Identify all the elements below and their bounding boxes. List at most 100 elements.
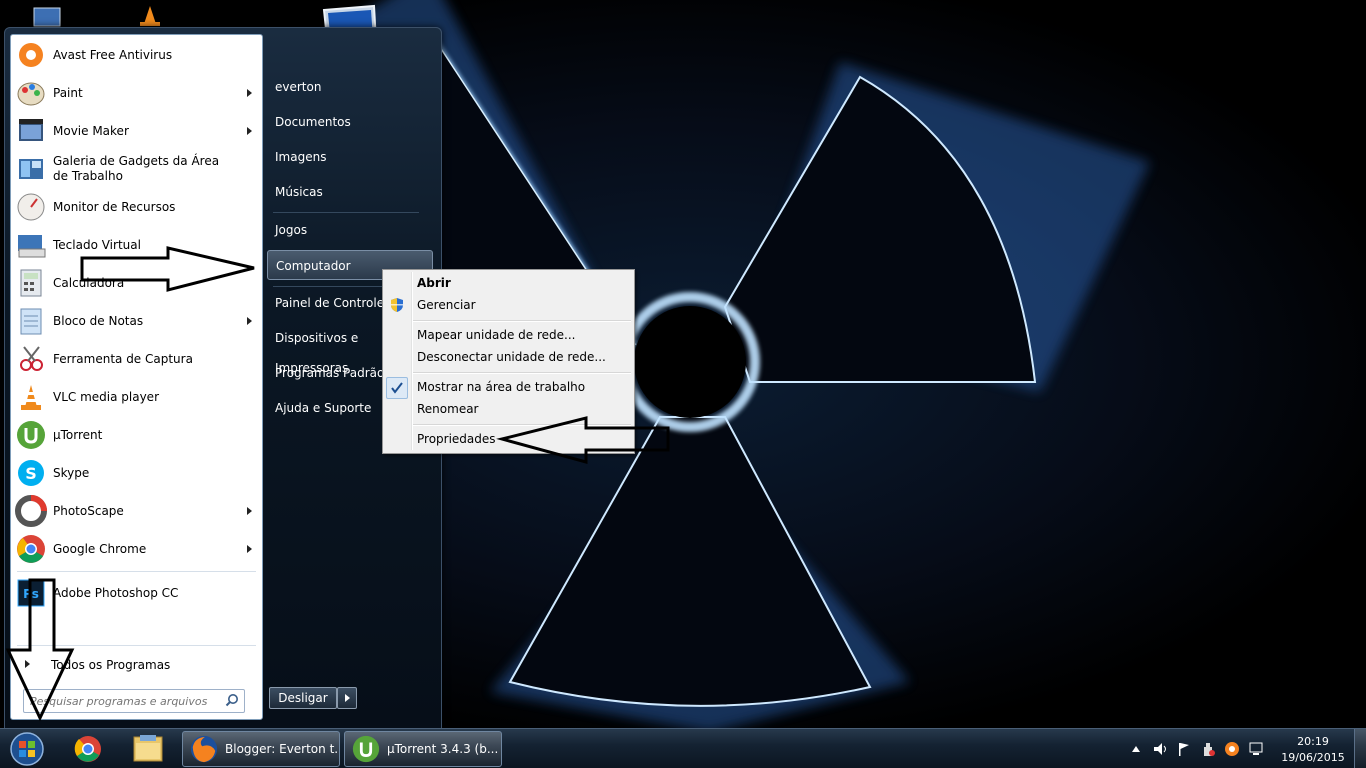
program-label: Adobe Photoshop CC xyxy=(53,585,179,600)
start-menu-programs-pane: Avast Free Antivirus Paint Movie Maker Gale… xyxy=(10,34,263,720)
vlc-icon[interactable] xyxy=(130,0,170,28)
link-documents[interactable]: Documentos xyxy=(267,107,433,137)
link-user-folder[interactable]: everton xyxy=(267,72,433,102)
program-item[interactable]: Bloco de Notas xyxy=(11,303,262,339)
uac-shield-icon xyxy=(391,298,403,312)
volume-icon[interactable] xyxy=(1152,741,1168,757)
program-label: Movie Maker xyxy=(53,123,129,138)
start-menu: Avast Free Antivirus Paint Movie Maker Gale… xyxy=(4,27,442,729)
menu-separator xyxy=(413,372,631,374)
search-input[interactable] xyxy=(28,692,222,710)
divider xyxy=(17,571,256,572)
program-label: Avast Free Antivirus xyxy=(53,47,173,62)
clock-date[interactable]: 19/06/2015 xyxy=(1278,751,1348,764)
taskbar: Blogger: Everton t... µTorrent 3.4.3 (b..… xyxy=(0,728,1366,768)
program-label: Monitor de Recursos xyxy=(53,199,176,214)
explorer-icon[interactable] xyxy=(122,731,174,767)
action-center-flag-icon[interactable] xyxy=(1176,741,1192,757)
program-label: µTorrent xyxy=(53,427,103,442)
computer-icon[interactable] xyxy=(26,0,66,28)
menu-item-map-network-drive[interactable]: Mapear unidade de rede... xyxy=(417,324,575,346)
utorrent-icon xyxy=(15,419,47,451)
program-item[interactable]: Movie Maker xyxy=(11,113,262,149)
utorrent-icon xyxy=(351,734,381,764)
paint-icon xyxy=(15,77,47,109)
divider xyxy=(273,212,419,213)
program-item[interactable]: Ps Adobe Photoshop CC xyxy=(11,573,262,613)
program-item[interactable]: Calculadora xyxy=(11,265,262,301)
all-programs-button[interactable]: Todos os Programas xyxy=(11,649,262,679)
chrome-icon[interactable] xyxy=(62,731,114,767)
program-label: Bloco de Notas xyxy=(53,313,144,328)
menu-separator xyxy=(413,424,631,426)
show-desktop-button[interactable] xyxy=(1354,729,1366,768)
chevron-right-icon xyxy=(345,694,350,702)
vlc-icon xyxy=(15,381,47,413)
svg-text:Ps: Ps xyxy=(23,587,39,601)
taskbar-button[interactable]: µTorrent 3.4.3 (b... xyxy=(344,731,502,767)
movie-maker-icon xyxy=(15,115,47,147)
program-item[interactable]: Paint xyxy=(11,75,262,111)
search-icon[interactable] xyxy=(225,693,239,707)
taskbar-button-label: Blogger: Everton t... xyxy=(225,742,340,756)
taskbar-button[interactable]: Blogger: Everton t... xyxy=(182,731,340,767)
submenu-arrow-icon[interactable] xyxy=(247,317,252,325)
program-item[interactable]: µTorrent xyxy=(11,417,262,453)
show-hidden-icons-icon[interactable] xyxy=(1128,741,1144,757)
gadgets-icon xyxy=(15,153,47,185)
program-label: Galeria de Gadgets da Área de Trabalho xyxy=(53,154,220,183)
skype-icon: S xyxy=(15,457,47,489)
avast-icon xyxy=(15,39,47,71)
divider xyxy=(17,645,256,646)
link-music[interactable]: Músicas xyxy=(267,177,433,207)
program-label: Teclado Virtual xyxy=(53,237,141,252)
avast-tray-icon[interactable] xyxy=(1224,741,1240,757)
program-label: Ferramenta de Captura xyxy=(53,351,193,366)
photoscape-icon xyxy=(15,495,47,527)
menu-item-properties[interactable]: Propriedades xyxy=(417,428,496,450)
all-programs-label: Todos os Programas xyxy=(51,658,171,672)
menu-item-manage[interactable]: Gerenciar xyxy=(417,294,476,316)
shutdown-button[interactable]: Desligar xyxy=(269,687,337,709)
submenu-arrow-icon[interactable] xyxy=(247,127,252,135)
submenu-arrow-icon[interactable] xyxy=(247,507,252,515)
calculator-icon xyxy=(15,267,47,299)
shutdown-options-button[interactable] xyxy=(337,687,357,709)
program-label: VLC media player xyxy=(53,389,160,404)
start-orb-button[interactable] xyxy=(6,731,48,767)
program-item[interactable]: PhotoScape xyxy=(11,493,262,529)
keyboard-icon xyxy=(15,229,47,261)
link-games[interactable]: Jogos xyxy=(267,215,433,245)
program-item[interactable]: Galeria de Gadgets da Área de Trabalho xyxy=(11,151,262,187)
program-item[interactable]: Avast Free Antivirus xyxy=(11,37,262,73)
network-icon[interactable] xyxy=(1248,741,1264,757)
program-item[interactable]: Ferramenta de Captura xyxy=(11,341,262,377)
search-box[interactable] xyxy=(23,689,245,713)
program-item[interactable]: Monitor de Recursos xyxy=(11,189,262,225)
program-item[interactable]: Teclado Virtual xyxy=(11,227,262,263)
menu-item-rename[interactable]: Renomear xyxy=(417,398,479,420)
menu-item-open[interactable]: Abrir xyxy=(417,272,451,294)
photoshop-icon: Ps xyxy=(15,577,47,609)
play-arrow-icon xyxy=(25,660,30,668)
taskbar-button-label: µTorrent 3.4.3 (b... xyxy=(387,742,499,756)
context-menu: Abrir Gerenciar Mapear unidade de rede..… xyxy=(382,269,635,454)
submenu-arrow-icon[interactable] xyxy=(247,545,252,553)
program-item[interactable]: S Skype xyxy=(11,455,262,491)
chrome-icon xyxy=(15,533,47,565)
program-item[interactable]: VLC media player xyxy=(11,379,262,415)
program-label: Calculadora xyxy=(53,275,125,290)
menu-item-show-on-desktop[interactable]: Mostrar na área de trabalho xyxy=(417,376,585,398)
program-label: Paint xyxy=(53,85,83,100)
snipping-tool-icon xyxy=(15,343,47,375)
safely-remove-hardware-icon[interactable] xyxy=(1200,741,1216,757)
menu-item-disconnect-network-drive[interactable]: Desconectar unidade de rede... xyxy=(417,346,606,368)
link-pictures[interactable]: Imagens xyxy=(267,142,433,172)
program-label: PhotoScape xyxy=(53,503,124,518)
notepad-icon xyxy=(15,305,47,337)
program-item[interactable]: Google Chrome xyxy=(11,531,262,567)
clock-time[interactable]: 20:19 xyxy=(1286,735,1340,748)
submenu-arrow-icon[interactable] xyxy=(247,89,252,97)
resource-monitor-icon xyxy=(15,191,47,223)
firefox-icon xyxy=(189,734,219,764)
